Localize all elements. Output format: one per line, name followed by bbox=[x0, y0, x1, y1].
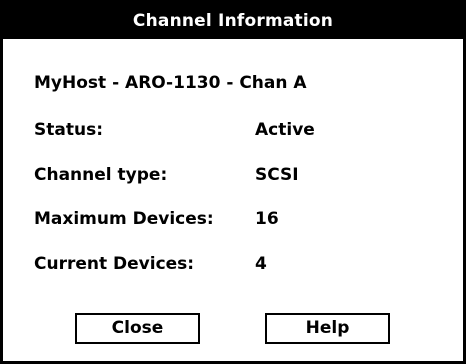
maximum-devices-value: 16 bbox=[255, 209, 279, 229]
status-label: Status: bbox=[34, 120, 103, 140]
close-button[interactable]: Close bbox=[75, 313, 200, 344]
channel-type-value: SCSI bbox=[255, 165, 299, 185]
channel-type-label: Channel type: bbox=[34, 165, 168, 185]
current-devices-value: 4 bbox=[255, 254, 267, 274]
help-button[interactable]: Help bbox=[265, 313, 390, 344]
current-devices-label: Current Devices: bbox=[34, 254, 195, 274]
channel-source-label: MyHost - ARO-1130 - Chan A bbox=[34, 73, 307, 93]
maximum-devices-label: Maximum Devices: bbox=[34, 209, 214, 229]
channel-information-dialog: Channel Information MyHost - ARO-1130 - … bbox=[0, 0, 466, 364]
dialog-title: Channel Information bbox=[132, 11, 334, 31]
status-value: Active bbox=[255, 120, 315, 140]
title-bar: Channel Information bbox=[3, 3, 463, 39]
